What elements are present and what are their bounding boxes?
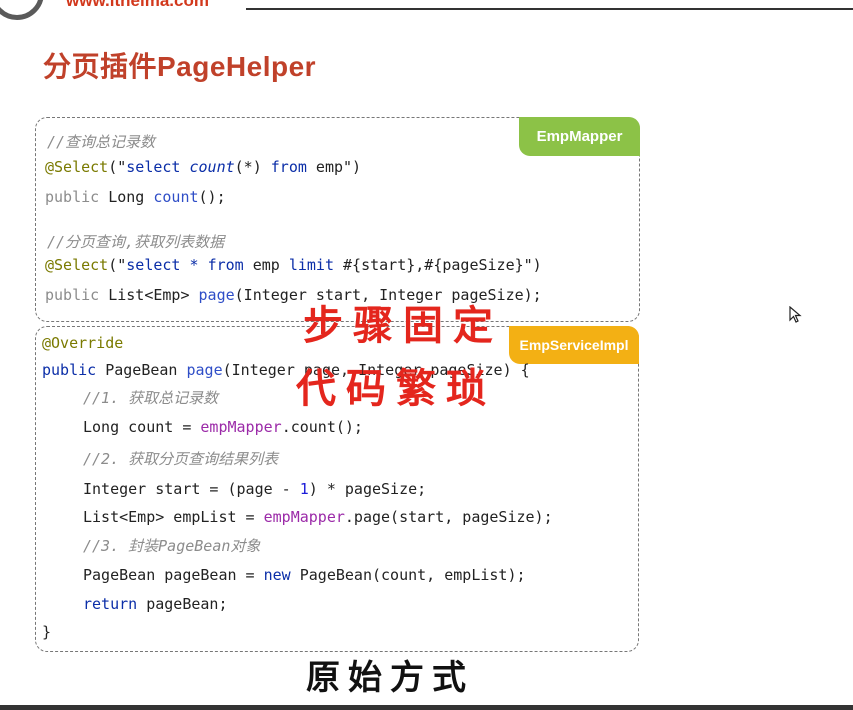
code-token: (*): [234, 158, 271, 176]
mapper-code-box: EmpMapper //查询总记录数 @Select("select count…: [35, 117, 640, 322]
service-tag: EmpServiceImpl: [509, 326, 639, 364]
code-token: .count();: [281, 418, 363, 436]
code-line: Long count = empMapper.count();: [83, 417, 363, 437]
code-string: limit: [288, 256, 334, 274]
code-function: count: [153, 188, 199, 206]
mouse-cursor-icon: [789, 306, 802, 323]
mapper-tag: EmpMapper: [519, 117, 640, 156]
code-token: ();: [198, 188, 226, 206]
code-line: @Select("select * from emp limit #{start…: [45, 255, 542, 275]
code-function: page: [186, 361, 223, 379]
code-token: #{start},#{pageSize}"): [334, 256, 542, 274]
code-keyword: public: [42, 361, 97, 379]
code-field: empMapper: [263, 508, 345, 526]
code-line: PageBean pageBean = new PageBean(count, …: [83, 565, 526, 585]
bottom-divider: [0, 705, 853, 710]
code-line: @Select("select count(*) from emp"): [45, 157, 361, 177]
header-divider: [246, 8, 853, 10]
code-keyword: new: [263, 566, 291, 584]
code-token: Integer start = (page -: [83, 480, 300, 498]
site-url: www.itheima.com: [66, 0, 209, 10]
code-keyword: return: [83, 595, 138, 613]
code-function: page: [198, 286, 235, 304]
code-field: empMapper: [200, 418, 282, 436]
code-token: Long: [99, 188, 154, 206]
code-line: Integer start = (page - 1) * pageSize;: [83, 479, 426, 499]
code-keyword: public: [45, 188, 100, 206]
code-comment: //分页查询,获取列表数据: [47, 233, 225, 251]
code-token: pageBean;: [137, 595, 228, 613]
code-keyword: public: [45, 286, 100, 304]
code-string: count: [189, 158, 235, 176]
page-title: 分页插件PageHelper: [43, 51, 317, 82]
code-token: emp: [243, 256, 289, 274]
code-token: List<Emp> empList =: [83, 508, 264, 526]
code-token: List<Emp>: [99, 286, 199, 304]
handwritten-note-verbose-code: 代码繁琐: [296, 365, 496, 412]
code-number: 1: [299, 480, 309, 498]
code-token: PageBean(count, empList);: [290, 566, 526, 584]
code-token: ) * pageSize;: [308, 480, 427, 498]
code-line: List<Emp> empList = empMapper.page(start…: [83, 507, 553, 527]
code-token: Long count =: [83, 418, 201, 436]
code-string: from: [207, 256, 244, 274]
code-token: PageBean pageBean =: [83, 566, 264, 584]
code-comment: //1. 获取总记录数: [83, 389, 219, 407]
code-string: select: [126, 158, 190, 176]
handwritten-note-fixed-steps: 步骤固定: [303, 302, 503, 349]
handwritten-note-original-way: 原始方式: [306, 658, 474, 698]
code-line: public Long count();: [45, 187, 226, 207]
code-comment: //2. 获取分页查询结果列表: [83, 450, 279, 468]
code-annotation: @Override: [42, 334, 124, 352]
code-token: .page(start, pageSize);: [344, 508, 553, 526]
code-line: }: [42, 623, 52, 641]
code-comment: //查询总记录数: [47, 133, 156, 151]
top-header: www.itheima.com: [0, 0, 853, 20]
code-token: PageBean: [96, 361, 187, 379]
code-line: return pageBean;: [83, 594, 228, 614]
code-string: from: [270, 158, 307, 176]
code-comment: //3. 封装PageBean对象: [83, 537, 261, 555]
code-token: emp"): [306, 158, 362, 176]
code-string: select *: [126, 256, 208, 274]
code-token: (": [108, 158, 127, 176]
code-token: (": [108, 256, 127, 274]
logo-icon: [0, 0, 44, 20]
code-annotation: @Select: [45, 256, 109, 274]
code-annotation: @Select: [45, 158, 109, 176]
